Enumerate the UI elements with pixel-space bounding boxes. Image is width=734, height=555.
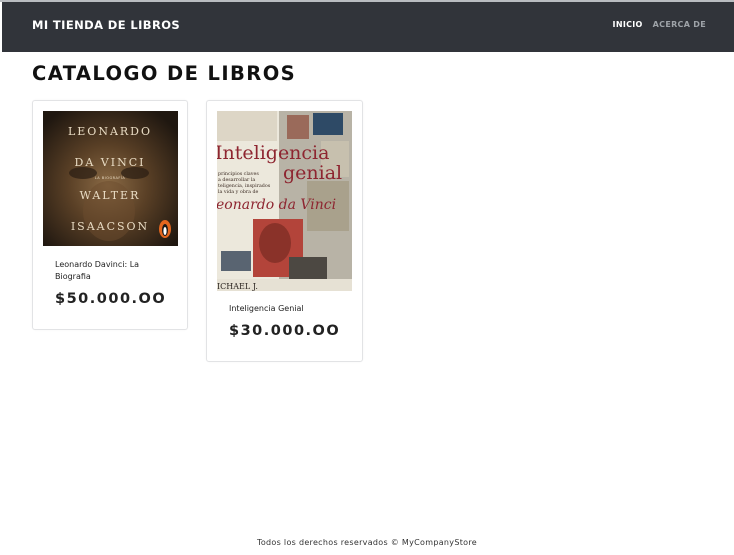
- cover-text: DA VINCI: [75, 156, 146, 169]
- page-title: CATALOGO DE LIBROS: [32, 62, 297, 85]
- nav-links: INICIO ACERCA DE: [613, 20, 706, 29]
- cover-text: eonardo da Vinci: [217, 197, 336, 213]
- book-cover-image[interactable]: Inteligencia genial principios claves a …: [217, 111, 352, 291]
- nav-link-inicio[interactable]: INICIO: [613, 20, 643, 29]
- cover-text: a desarrollar la: [218, 177, 255, 183]
- book-card[interactable]: Inteligencia genial principios claves a …: [206, 100, 363, 362]
- book-cover-image[interactable]: LEONARDO DA VINCI LA BIOGRAFÍA WALTER IS…: [43, 111, 178, 246]
- navbar: MI TIENDA DE LIBROS INICIO ACERCA DE: [2, 2, 734, 52]
- penguin-logo: [159, 220, 171, 238]
- cover-text: ICHAEL J.: [217, 282, 258, 291]
- cover-text: LA BIOGRAFÍA: [95, 175, 126, 180]
- book-card[interactable]: LEONARDO DA VINCI LA BIOGRAFÍA WALTER IS…: [32, 100, 188, 330]
- book-title[interactable]: Inteligencia Genial: [229, 303, 339, 315]
- cover-text: Inteligencia: [217, 142, 329, 164]
- cover-text: la vida y obra de: [218, 189, 259, 195]
- cover-text: WALTER: [80, 189, 141, 202]
- book-title[interactable]: Leonardo Davinci: La Biografia: [55, 259, 165, 283]
- footer: Todos los derechos reservados © MyCompan…: [0, 538, 734, 547]
- cover-text: LEONARDO: [68, 125, 152, 138]
- brand-link[interactable]: MI TIENDA DE LIBROS: [32, 18, 180, 32]
- cover-text: ISAACSON: [71, 220, 149, 233]
- nav-link-acerca-de[interactable]: ACERCA DE: [653, 20, 706, 29]
- cover-text: teligencia, inspirados: [218, 183, 271, 189]
- footer-copyright: Todos los derechos reservados © MyCompan…: [257, 538, 477, 547]
- book-price: $30.000.OO: [229, 323, 341, 339]
- cover-text: principios claves: [218, 171, 259, 177]
- book-price: $50.000.OO: [55, 291, 167, 307]
- cover-text: genial: [283, 162, 342, 184]
